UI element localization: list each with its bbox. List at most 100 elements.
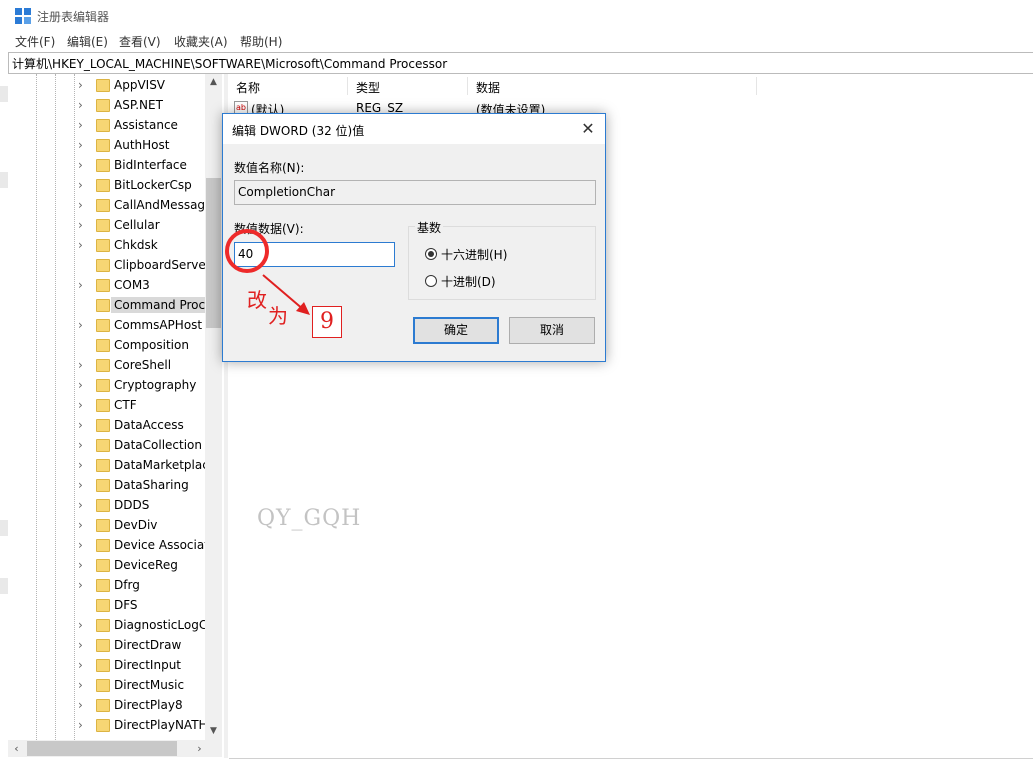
chevron-right-icon[interactable]: › [78,398,90,412]
chevron-right-icon[interactable]: › [78,78,90,92]
tree-item[interactable]: › DiagnosticLogC [78,616,222,636]
close-icon[interactable]: ✕ [573,118,603,140]
menu-favorites[interactable]: 收藏夹(A) [174,33,228,50]
radio-dec-label[interactable]: 十进制(D) [441,273,496,290]
menu-view[interactable]: 查看(V) [119,33,161,50]
chevron-right-icon[interactable]: › [78,638,90,652]
chevron-right-icon[interactable]: › [78,698,90,712]
chevron-right-icon[interactable]: › [78,718,90,732]
tree-item[interactable]: › DirectPlayNATH [78,716,222,736]
tree-item[interactable]: › BitLockerCsp [78,176,222,196]
menu-help[interactable]: 帮助(H) [240,33,282,50]
tree-item[interactable]: › DeviceReg [78,556,222,576]
tree-item[interactable]: › DirectMusic [78,676,222,696]
tree-item[interactable]: › CTF [78,396,222,416]
address-bar[interactable]: 计算机\HKEY_LOCAL_MACHINE\SOFTWARE\Microsof… [8,52,1033,74]
chevron-right-icon[interactable]: › [78,538,90,552]
chevron-right-icon[interactable]: › [78,478,90,492]
folder-icon [96,539,110,552]
menu-file[interactable]: 文件(F) [15,33,55,50]
tree-item[interactable]: › DirectInput [78,656,222,676]
tree-item[interactable]: › COM3 [78,276,222,296]
tree-item[interactable]: › DirectPlay8 [78,696,222,716]
scroll-thumb[interactable] [27,741,177,756]
chevron-right-icon[interactable]: › [78,138,90,152]
radio-hex-label[interactable]: 十六进制(H) [441,246,507,263]
radio-dec[interactable] [425,275,437,287]
scroll-up-icon[interactable]: ▲ [205,74,222,91]
chevron-right-icon[interactable]: › [78,238,90,252]
value-name-field[interactable]: CompletionChar [234,180,596,205]
folder-icon [96,699,110,712]
edge-artifact [0,172,8,188]
chevron-right-icon[interactable]: › [78,498,90,512]
radio-hex[interactable] [425,248,437,260]
tree-item[interactable]: › ASP.NET [78,96,222,116]
folder-icon [96,619,110,632]
tree-item[interactable]: › Cellular [78,216,222,236]
menu-edit[interactable]: 编辑(E) [67,33,108,50]
chevron-right-icon[interactable]: › [78,98,90,112]
tree-item[interactable]: › Dfrg [78,576,222,596]
tree-item[interactable]: › DevDiv [78,516,222,536]
tree-item[interactable]: › BidInterface [78,156,222,176]
tree-item[interactable]: › Chkdsk [78,236,222,256]
cancel-button[interactable]: 取消 [509,317,595,344]
tree-item[interactable]: › DataCollection [78,436,222,456]
tree-horizontal-scrollbar[interactable]: ‹ › [8,740,222,757]
tree-vertical-scrollbar[interactable]: ▲ ▼ [205,74,222,740]
folder-icon [96,299,110,312]
folder-icon [96,659,110,672]
scroll-left-icon[interactable]: ‹ [8,740,25,757]
tree-item[interactable]: › DataMarketplac [78,456,222,476]
tree-item[interactable]: › AppVISV [78,76,222,96]
tree-item[interactable]: › CallAndMessag [78,196,222,216]
tree-item[interactable]: › DirectDraw [78,636,222,656]
chevron-right-icon[interactable]: › [78,438,90,452]
tree-item[interactable]: Command Proc [78,296,222,316]
scroll-right-icon[interactable]: › [191,740,208,757]
tree-item[interactable]: › Device Associat [78,536,222,556]
scroll-thumb[interactable] [206,178,221,328]
folder-icon [96,119,110,132]
tree-item[interactable]: › DataAccess [78,416,222,436]
ok-button[interactable]: 确定 [413,317,499,344]
chevron-right-icon[interactable]: › [78,458,90,472]
tree-item[interactable]: › CoreShell [78,356,222,376]
chevron-right-icon[interactable]: › [78,118,90,132]
chevron-right-icon[interactable]: › [78,278,90,292]
chevron-right-icon[interactable]: › [78,658,90,672]
edge-artifact [0,86,8,102]
tree-item[interactable]: › DataSharing [78,476,222,496]
tree-item[interactable]: › Cryptography [78,376,222,396]
divider [229,758,1033,759]
tree-item[interactable]: › AuthHost [78,136,222,156]
chevron-right-icon[interactable]: › [78,558,90,572]
column-header-data[interactable]: 数据 [476,79,500,96]
column-header-name[interactable]: 名称 [236,79,260,96]
tree-item[interactable]: ClipboardServe [78,256,222,276]
tree-item[interactable]: DFS [78,596,222,616]
chevron-right-icon[interactable]: › [78,618,90,632]
tree-item[interactable]: › Assistance [78,116,222,136]
title-bar: 注册表编辑器 [0,0,1033,30]
scroll-down-icon[interactable]: ▼ [205,723,222,740]
chevron-right-icon[interactable]: › [78,358,90,372]
watermark: QY_GQH [257,506,362,531]
folder-icon [96,599,110,612]
chevron-right-icon[interactable]: › [78,678,90,692]
chevron-right-icon[interactable]: › [78,178,90,192]
tree-item[interactable]: Composition [78,336,222,356]
folder-icon [96,439,110,452]
chevron-right-icon[interactable]: › [78,578,90,592]
chevron-right-icon[interactable]: › [78,378,90,392]
column-header-type[interactable]: 类型 [356,79,380,96]
chevron-right-icon[interactable]: › [78,158,90,172]
chevron-right-icon[interactable]: › [78,318,90,332]
chevron-right-icon[interactable]: › [78,518,90,532]
tree-item[interactable]: › CommsAPHost [78,316,222,336]
chevron-right-icon[interactable]: › [78,218,90,232]
tree-item[interactable]: › DDDS [78,496,222,516]
chevron-right-icon[interactable]: › [78,418,90,432]
chevron-right-icon[interactable]: › [78,198,90,212]
